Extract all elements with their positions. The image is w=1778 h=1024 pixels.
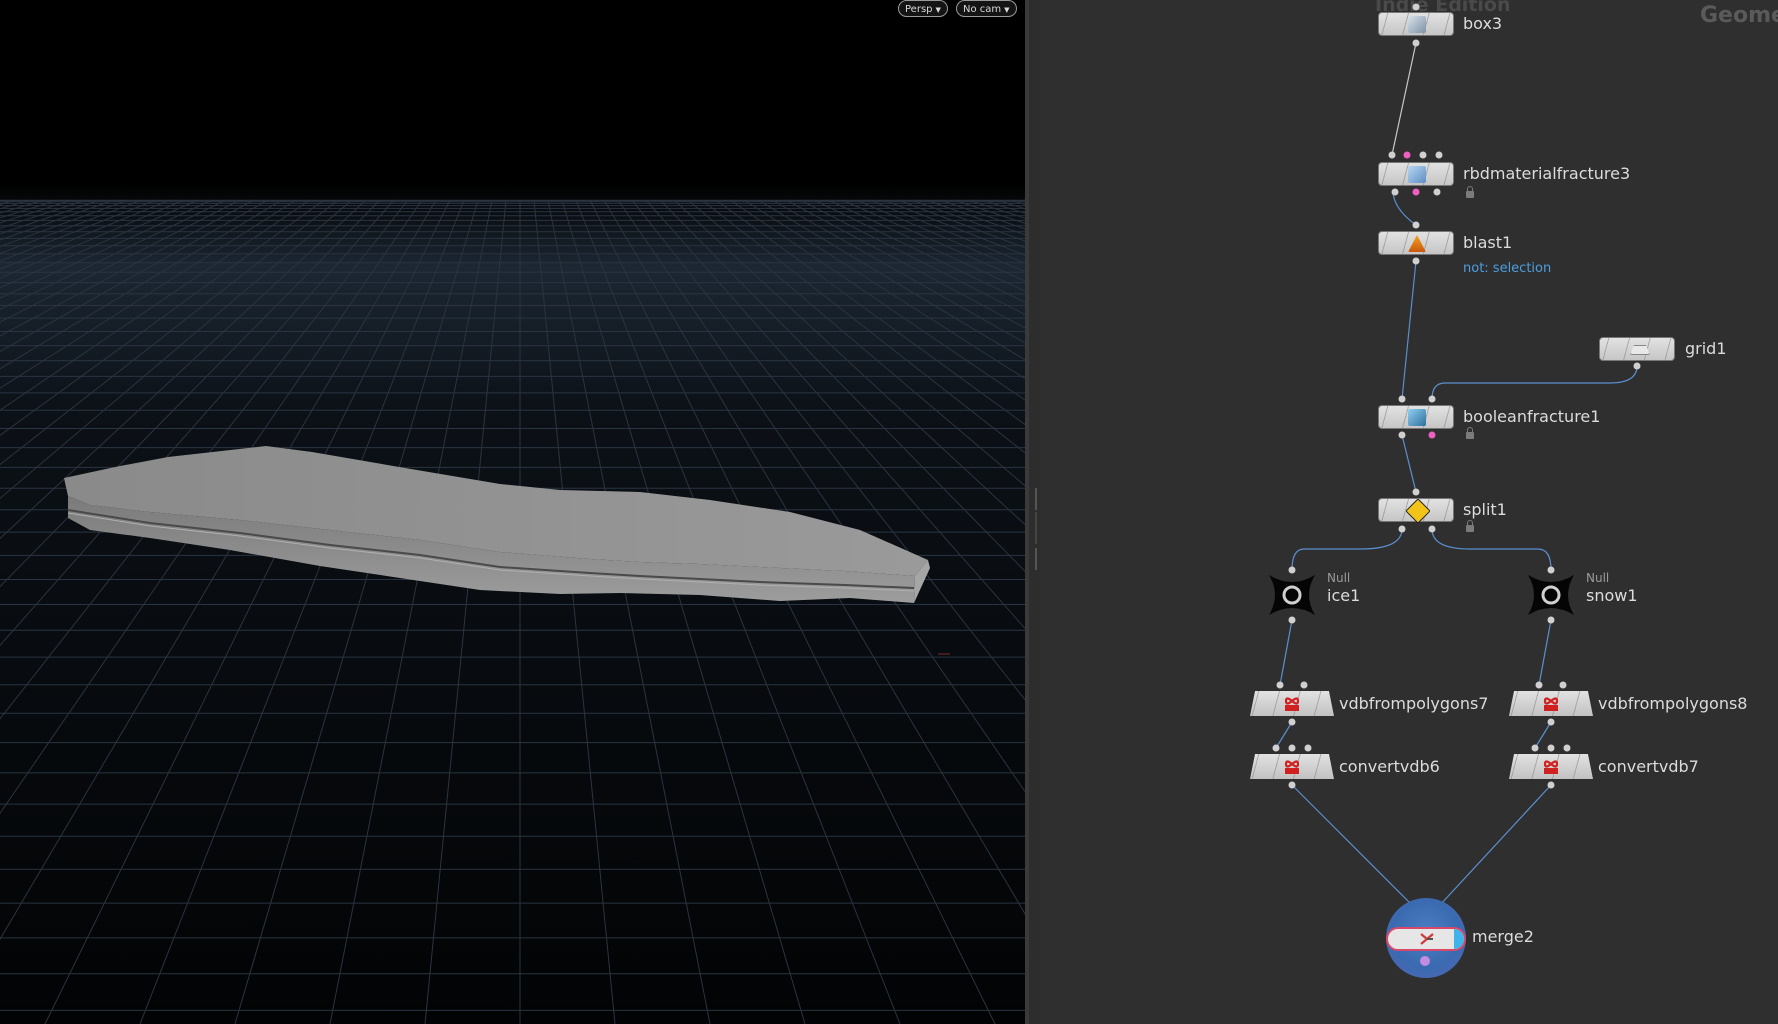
node-convertvdb7-body[interactable] (1509, 754, 1593, 779)
collapse-handle-bottom[interactable] (1035, 548, 1037, 570)
wire-grid-boolean (1431, 365, 1638, 400)
node-vdbfrompolygons8-body[interactable] (1509, 691, 1593, 716)
node-blast1-label: blast1 (1463, 233, 1513, 252)
wire-rbd-blast (1392, 192, 1417, 226)
vdb-icon (1543, 760, 1559, 774)
node-rbdmaterialfracture3-body[interactable] (1378, 162, 1454, 186)
null-icon[interactable] (1522, 571, 1580, 619)
node-snow1-type: Null (1586, 571, 1610, 585)
node-booleanfracture1-body[interactable] (1378, 405, 1454, 429)
wire-vdb8-convert7 (1534, 721, 1552, 749)
lock-icon (1466, 427, 1474, 439)
lock-icon (1466, 186, 1474, 198)
viewport-canvas[interactable] (0, 0, 1025, 1024)
node-vdbfrompolygons7-body[interactable] (1250, 691, 1334, 716)
merge-icon (1419, 931, 1435, 947)
camera-menu-button[interactable]: Persp ▼ (898, 0, 948, 17)
node-snow1-label: snow1 (1586, 586, 1638, 605)
chevron-down-icon: ▼ (935, 6, 941, 14)
node-merge2-body[interactable] (1386, 927, 1466, 951)
wire-boolean-split (1401, 434, 1417, 493)
node-box3-label: box3 (1463, 14, 1503, 33)
network-editor[interactable]: Indie Edition Geome box3 rbdmaterialfrac… (1040, 0, 1778, 1024)
node-merge2-ring[interactable] (1386, 898, 1466, 978)
output-connector[interactable] (1420, 956, 1430, 966)
pane-edge (1025, 0, 1029, 1024)
box-icon (1408, 16, 1426, 33)
vdb-icon (1543, 697, 1559, 711)
node-vdbfrompolygons8-label: vdbfrompolygons8 (1598, 694, 1748, 713)
wire-blast-boolean (1401, 260, 1417, 400)
fracture-glass-icon (1408, 166, 1426, 183)
wire-vdb7-convert6 (1275, 721, 1293, 749)
node-convertvdb6-body[interactable] (1250, 754, 1334, 779)
wire-ice-vdb7 (1279, 619, 1293, 686)
node-convertvdb7-label: convertvdb7 (1598, 757, 1699, 776)
connector-dots (1272, 3, 1641, 789)
node-grid1-label: grid1 (1685, 339, 1727, 358)
lock-icon (1466, 520, 1474, 532)
node-ice1-label: ice1 (1327, 586, 1361, 605)
boolean-fracture-icon (1408, 409, 1426, 426)
camera-menu-label: Persp (905, 4, 933, 15)
null-icon[interactable] (1263, 571, 1321, 619)
scene-viewport[interactable]: Persp ▼ No cam ▼ (0, 0, 1025, 1024)
vdb-icon (1284, 697, 1300, 711)
drag-handle[interactable] (1035, 512, 1037, 544)
wire-convert7-merge (1439, 784, 1552, 906)
node-blast1-comment: not: selection (1463, 261, 1552, 276)
node-vdbfrompolygons7-label: vdbfrompolygons7 (1339, 694, 1489, 713)
node-grid1-body[interactable] (1599, 337, 1675, 361)
vdb-icon (1284, 760, 1300, 774)
wire-snow-vdb8 (1538, 619, 1552, 686)
node-blast1-body[interactable] (1378, 231, 1454, 255)
wire-convert6-merge (1291, 784, 1413, 906)
chevron-down-icon: ▼ (1004, 6, 1010, 14)
pane-divider[interactable] (1025, 0, 1040, 1024)
node-split1-body[interactable] (1378, 498, 1454, 524)
wire-split-ice (1291, 528, 1403, 571)
node-rbdmaterialfracture3-label: rbdmaterialfracture3 (1463, 164, 1631, 183)
cam-menu-label: No cam (963, 4, 1002, 15)
wire-box3-rbd (1391, 42, 1417, 156)
node-merge2-label: merge2 (1472, 927, 1534, 946)
cam-menu-button[interactable]: No cam ▼ (956, 0, 1017, 17)
node-box3-body[interactable] (1378, 12, 1454, 36)
collapse-handle-top[interactable] (1035, 488, 1037, 510)
node-booleanfracture1-label: booleanfracture1 (1463, 407, 1601, 426)
wire-split-snow (1431, 528, 1552, 571)
display-flag[interactable] (1454, 929, 1464, 949)
node-ice1-type: Null (1327, 571, 1351, 585)
node-split1-label: split1 (1463, 500, 1507, 519)
node-convertvdb6-label: convertvdb6 (1339, 757, 1440, 776)
